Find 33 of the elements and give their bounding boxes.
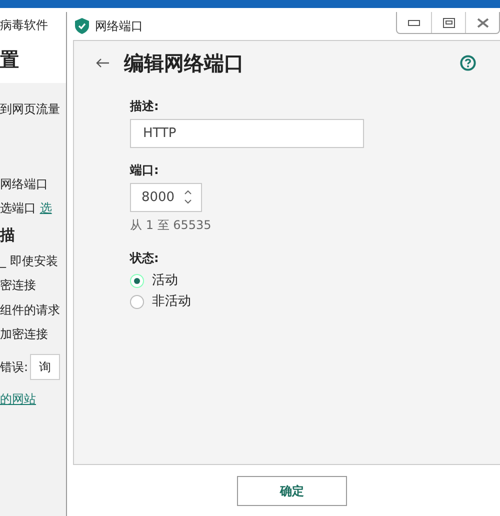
link[interactable]: 选 bbox=[40, 201, 52, 215]
radio-label: 活动 bbox=[152, 272, 178, 290]
field-label: 端口: bbox=[130, 162, 159, 179]
setting-text: 网络端口 bbox=[0, 176, 49, 192]
maximize-icon[interactable] bbox=[442, 18, 454, 28]
setting-text: 组件的请求 bbox=[0, 302, 61, 318]
help-icon[interactable] bbox=[460, 55, 476, 71]
range-hint: 从 1 至 65535 bbox=[130, 217, 212, 234]
radio-button[interactable] bbox=[130, 295, 144, 309]
link[interactable]: 的网站 bbox=[0, 386, 66, 411]
field-label: 状态: bbox=[130, 250, 159, 266]
dropdown[interactable]: 询 bbox=[30, 354, 60, 380]
setting-text: 到网页流量 bbox=[0, 101, 61, 118]
minimize-icon[interactable] bbox=[408, 20, 420, 26]
shield-icon bbox=[75, 18, 89, 34]
radio-label: 非活动 bbox=[152, 293, 191, 312]
setting-text: 密连接 bbox=[0, 277, 37, 294]
port-field[interactable]: 8000 bbox=[130, 183, 202, 212]
spinner-arrows-icon[interactable] bbox=[184, 189, 192, 205]
description-field[interactable]: HTTP bbox=[130, 119, 364, 148]
dialog-heading: 编辑网络端口 bbox=[124, 51, 244, 75]
setting-text: _ 即使安装 bbox=[0, 252, 59, 270]
field-label: 描述: bbox=[130, 98, 159, 115]
setting-text: 错误: bbox=[0, 358, 28, 376]
back-arrow-icon[interactable] bbox=[96, 58, 110, 68]
close-icon[interactable] bbox=[476, 18, 488, 28]
section-heading: 描 bbox=[0, 224, 16, 246]
setting-text: 加密连接 bbox=[0, 326, 49, 343]
page-heading: 置 bbox=[0, 48, 20, 72]
window-title: 网络端口 bbox=[95, 18, 143, 35]
window-title: 病毒软件 bbox=[0, 17, 49, 34]
setting-text: 选端口 bbox=[0, 201, 36, 215]
ok-button[interactable]: 确定 bbox=[237, 476, 347, 506]
